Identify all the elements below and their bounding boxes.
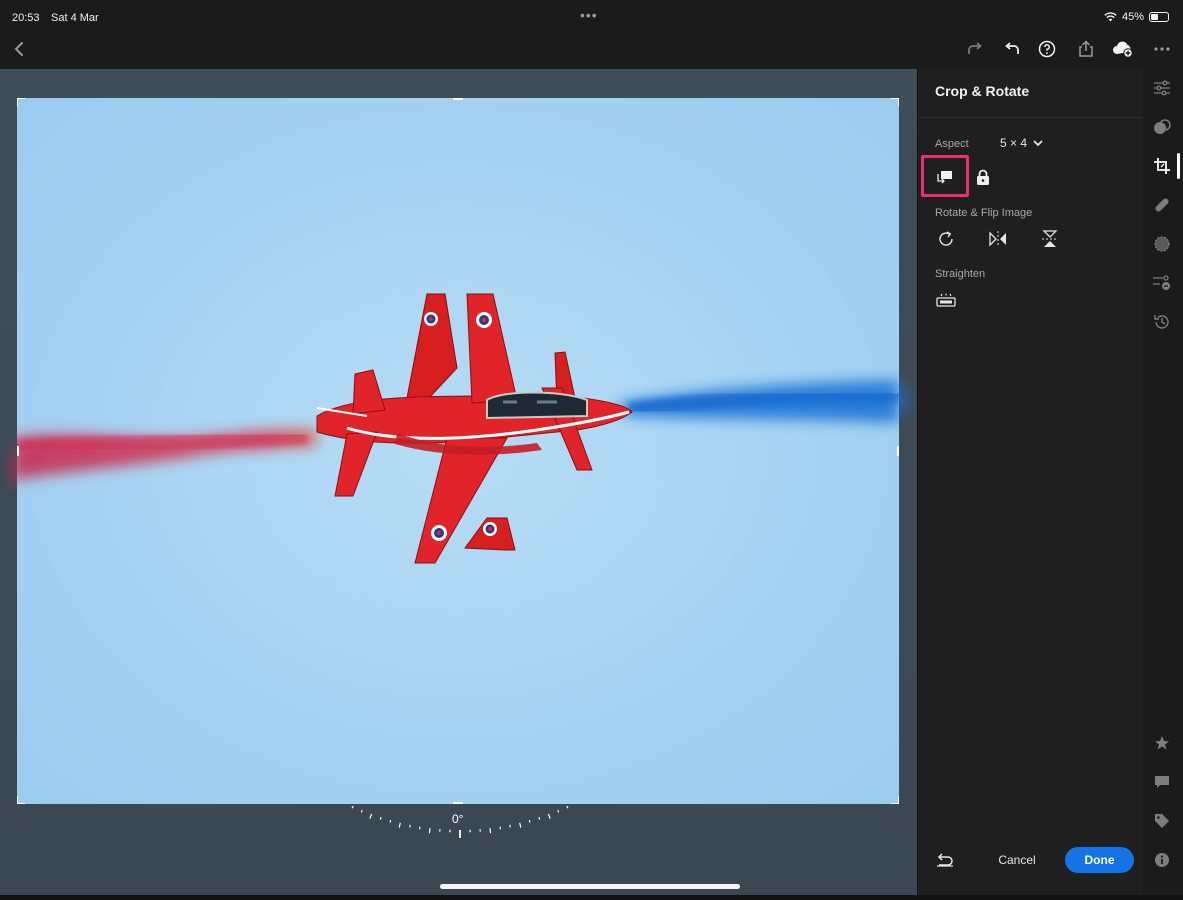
flip-horizontal-button[interactable] bbox=[986, 227, 1010, 251]
home-indicator[interactable] bbox=[440, 884, 740, 889]
active-tool-indicator bbox=[1177, 153, 1180, 179]
dial-tick bbox=[398, 822, 401, 828]
panel-divider bbox=[918, 117, 1144, 118]
multitask-dots[interactable]: ••• bbox=[580, 7, 598, 23]
rotate-button[interactable] bbox=[934, 227, 958, 251]
aspect-lock-button[interactable] bbox=[976, 169, 992, 187]
wifi-icon bbox=[1104, 12, 1117, 22]
healing-icon[interactable] bbox=[1151, 194, 1173, 216]
aspect-dropdown[interactable]: 5 × 4 bbox=[1000, 136, 1043, 150]
dial-tick bbox=[360, 809, 363, 813]
status-date: Sat 4 Mar bbox=[51, 12, 99, 24]
dial-tick bbox=[519, 822, 522, 828]
dial-tick bbox=[509, 824, 511, 828]
status-bar: 20:53 Sat 4 Mar ••• 45% bbox=[0, 0, 1183, 30]
bottom-strip bbox=[0, 895, 1183, 900]
tool-rail bbox=[1143, 69, 1183, 895]
tag-icon[interactable] bbox=[1151, 810, 1173, 832]
undo-icon[interactable] bbox=[1001, 38, 1023, 60]
status-time: 20:53 bbox=[12, 12, 40, 24]
dial-tick bbox=[528, 820, 531, 823]
star-icon[interactable] bbox=[1151, 732, 1173, 754]
dial-tick bbox=[538, 817, 541, 820]
crop-handle-bottom-right[interactable] bbox=[891, 796, 899, 804]
swap-orientation-icon bbox=[937, 171, 952, 184]
crop-rotate-panel: Crop & Rotate Aspect 5 × 4 Rotate & Flip… bbox=[917, 69, 1144, 895]
crop-handle-bottom[interactable] bbox=[453, 802, 463, 804]
battery-icon bbox=[1149, 12, 1169, 22]
info-icon[interactable] bbox=[1151, 849, 1173, 871]
crop-handle-bottom-left[interactable] bbox=[17, 796, 25, 804]
comment-icon[interactable] bbox=[1151, 771, 1173, 793]
crop-handle-left[interactable] bbox=[17, 446, 19, 456]
status-indicators: 45% bbox=[1104, 11, 1169, 23]
aspect-label: Aspect bbox=[935, 138, 969, 150]
done-button[interactable]: Done bbox=[1065, 847, 1134, 873]
panel-title: Crop & Rotate bbox=[935, 83, 1030, 99]
auto-straighten-button[interactable] bbox=[934, 288, 958, 312]
chevron-down-icon bbox=[1033, 139, 1043, 146]
orientation-toggle-button[interactable] bbox=[921, 155, 969, 197]
battery-percent: 45% bbox=[1121, 11, 1144, 23]
lock-icon bbox=[977, 169, 989, 185]
crop-handle-top-right[interactable] bbox=[891, 98, 899, 106]
straighten-angle: 0° bbox=[452, 812, 464, 826]
dial-tick bbox=[428, 828, 431, 834]
reset-button[interactable] bbox=[933, 848, 957, 872]
top-toolbar bbox=[0, 30, 1183, 69]
masking-icon[interactable] bbox=[1151, 233, 1173, 255]
photo-image[interactable] bbox=[17, 98, 899, 804]
cancel-button[interactable]: Cancel bbox=[990, 847, 1044, 873]
dial-tick bbox=[351, 806, 354, 809]
dial-tick bbox=[547, 813, 551, 819]
auto-straighten-icon bbox=[936, 293, 956, 307]
rotate-flip-label: Rotate & Flip Image bbox=[935, 207, 1033, 219]
crop-icon[interactable] bbox=[1151, 155, 1173, 177]
crop-handle-right[interactable] bbox=[897, 446, 899, 456]
crop-handle-top-left[interactable] bbox=[17, 98, 25, 106]
flip-vertical-button[interactable] bbox=[1038, 227, 1062, 251]
share-icon[interactable] bbox=[1075, 38, 1097, 60]
flip-vertical-icon bbox=[1042, 230, 1058, 247]
photo-canvas[interactable]: 0° bbox=[0, 69, 917, 895]
dial-tick bbox=[379, 817, 382, 820]
aspect-value: 5 × 4 bbox=[1000, 136, 1028, 150]
dial-tick bbox=[489, 828, 492, 834]
dial-tick bbox=[557, 809, 560, 813]
dial-tick bbox=[566, 806, 569, 809]
dial-tick bbox=[389, 820, 392, 823]
reset-icon bbox=[937, 853, 953, 867]
edit-sliders-icon[interactable] bbox=[1151, 77, 1173, 99]
back-chevron-icon[interactable] bbox=[8, 38, 30, 60]
history-icon[interactable] bbox=[1151, 311, 1173, 333]
versions-icon[interactable] bbox=[1151, 272, 1173, 294]
straighten-label: Straighten bbox=[935, 268, 986, 280]
crop-handle-top[interactable] bbox=[453, 98, 463, 100]
jet-photo-illustration bbox=[17, 293, 899, 564]
cloud-add-icon[interactable] bbox=[1112, 38, 1134, 60]
flip-horizontal-icon bbox=[989, 231, 1006, 247]
battery-level bbox=[1151, 14, 1158, 20]
presets-icon[interactable] bbox=[1151, 116, 1173, 138]
redo-icon[interactable] bbox=[964, 38, 986, 60]
rotate-icon bbox=[939, 231, 953, 246]
dial-tick bbox=[369, 813, 373, 819]
dial-tick bbox=[409, 824, 411, 828]
more-icon[interactable] bbox=[1151, 38, 1173, 60]
help-icon[interactable] bbox=[1036, 38, 1058, 60]
